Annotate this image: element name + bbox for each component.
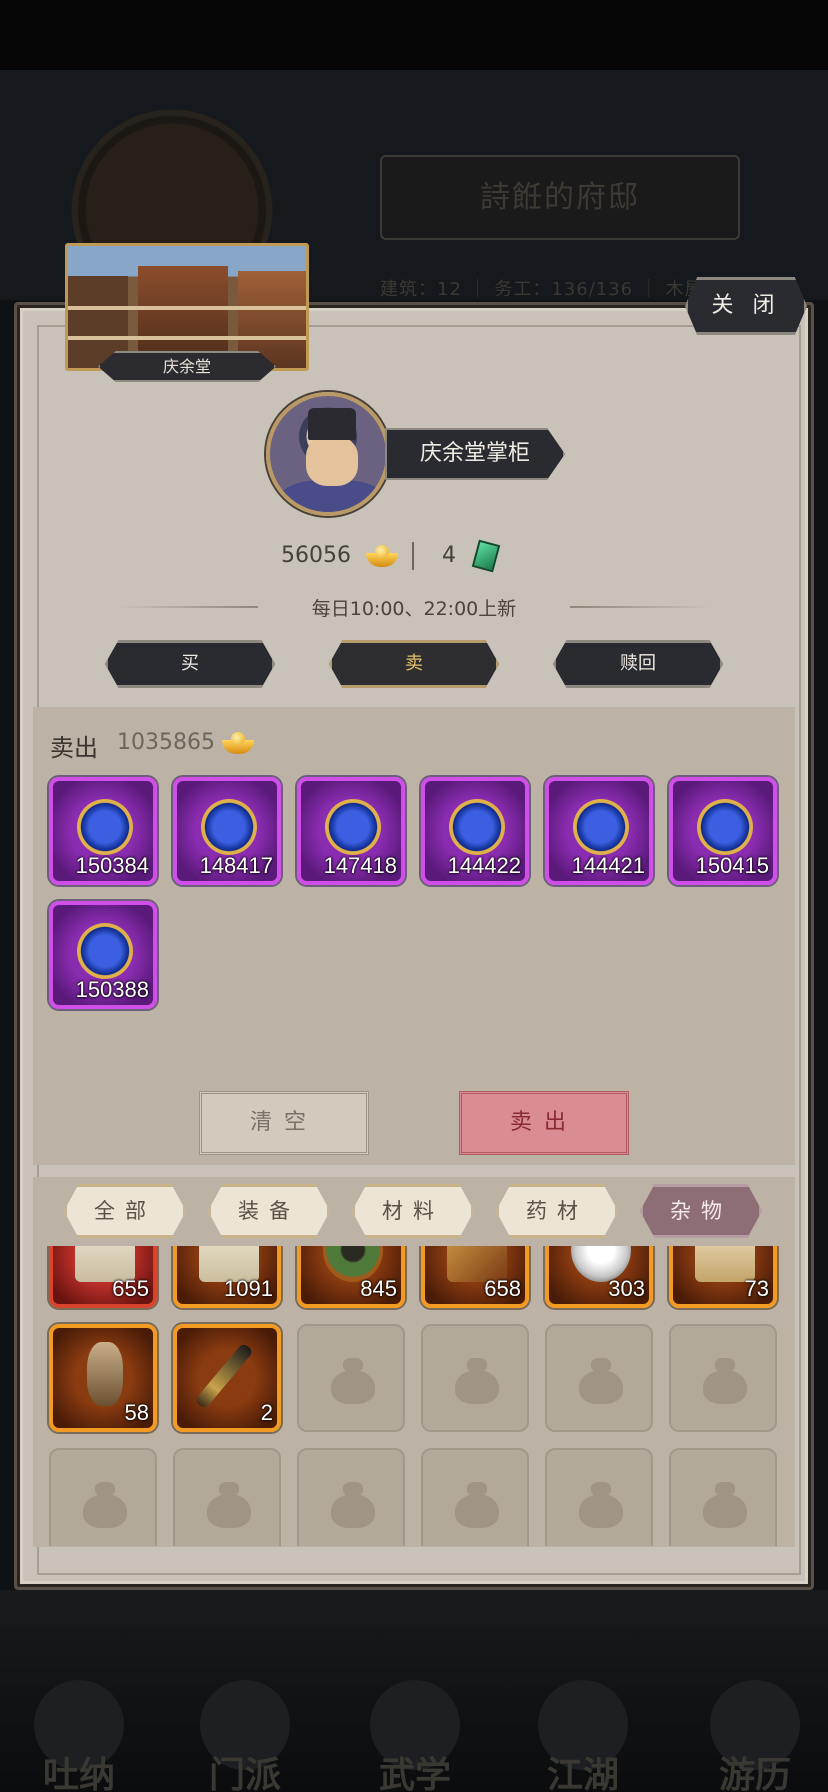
empty-slot[interactable] bbox=[49, 1448, 157, 1546]
item-quantity: 845 bbox=[360, 1276, 397, 1301]
inventory-item-slot[interactable]: 73 bbox=[669, 1246, 777, 1308]
category-misc[interactable]: 杂物 bbox=[640, 1184, 762, 1238]
currency-divider bbox=[412, 542, 414, 570]
category-equipment[interactable]: 装备 bbox=[208, 1184, 330, 1238]
jade-icon bbox=[471, 539, 501, 573]
sell-button[interactable]: 卖出 bbox=[459, 1091, 629, 1155]
nav-youli[interactable]: 游历 bbox=[700, 1680, 810, 1792]
tab-sell[interactable]: 卖 bbox=[329, 640, 499, 688]
item-quantity: 150388 bbox=[75, 977, 149, 1002]
sell-item-slot[interactable]: 150388 bbox=[49, 901, 157, 1009]
money-bag-icon bbox=[205, 1480, 253, 1530]
item-quantity: 303 bbox=[608, 1276, 645, 1301]
sapphire-amulet-icon bbox=[70, 916, 140, 986]
sapphire-amulet-icon bbox=[194, 792, 264, 862]
sapphire-amulet-icon bbox=[690, 792, 760, 862]
brush-icon bbox=[194, 1342, 254, 1410]
item-quantity: 147418 bbox=[323, 853, 397, 878]
sapphire-amulet-icon bbox=[566, 792, 636, 862]
empty-slot[interactable] bbox=[421, 1324, 529, 1432]
inventory-item-slot[interactable]: 2 bbox=[173, 1324, 281, 1432]
money-bag-icon bbox=[81, 1480, 129, 1530]
category-materials[interactable]: 材料 bbox=[352, 1184, 474, 1238]
nav-menpai[interactable]: 门派 bbox=[190, 1680, 300, 1792]
inventory-grid[interactable]: 655 1091 845 658 303 73 58 2 bbox=[33, 1246, 795, 1546]
sell-item-slot[interactable]: 147418 bbox=[297, 777, 405, 885]
jade-balance: 4 bbox=[442, 539, 501, 573]
empty-slot[interactable] bbox=[669, 1324, 777, 1432]
gold-ingot-icon bbox=[366, 545, 398, 567]
bronze-figure-icon bbox=[87, 1342, 123, 1406]
npc-avatar bbox=[266, 392, 390, 516]
nav-wuxue[interactable]: 武学 bbox=[360, 1680, 470, 1792]
item-quantity: 144421 bbox=[571, 853, 645, 878]
item-quantity: 148417 bbox=[199, 853, 273, 878]
close-button[interactable]: 关 闭 bbox=[685, 277, 807, 335]
inventory-item-slot[interactable]: 303 bbox=[545, 1246, 653, 1308]
sell-item-slot[interactable]: 150415 bbox=[669, 777, 777, 885]
residence-title: 詩餁的府邸 bbox=[480, 180, 640, 215]
sapphire-amulet-icon bbox=[442, 792, 512, 862]
empty-slot[interactable] bbox=[421, 1448, 529, 1546]
inventory-item-slot[interactable]: 845 bbox=[297, 1246, 405, 1308]
gold-amount: 56056 bbox=[281, 543, 351, 568]
clear-button[interactable]: 清空 bbox=[199, 1091, 369, 1155]
item-quantity: 58 bbox=[124, 1400, 149, 1425]
empty-slot[interactable] bbox=[173, 1448, 281, 1546]
item-quantity: 150384 bbox=[75, 853, 149, 878]
item-quantity: 150415 bbox=[695, 853, 769, 878]
inventory-item-slot[interactable]: 658 bbox=[421, 1246, 529, 1308]
sell-title: 卖出 bbox=[50, 734, 98, 762]
residence-stats: 建筑：12 ｜ 务工：136/136 ｜ 木屋 bbox=[380, 279, 704, 300]
tab-redeem[interactable]: 赎回 bbox=[553, 640, 723, 688]
empty-slot[interactable] bbox=[669, 1448, 777, 1546]
sell-item-slot[interactable]: 144422 bbox=[421, 777, 529, 885]
empty-slot[interactable] bbox=[545, 1324, 653, 1432]
money-bag-icon bbox=[701, 1356, 749, 1406]
item-quantity: 1091 bbox=[224, 1276, 273, 1301]
item-quantity: 144422 bbox=[447, 853, 521, 878]
sell-total-value: 1035865 bbox=[117, 730, 215, 755]
item-quantity: 73 bbox=[744, 1276, 769, 1301]
item-quantity: 655 bbox=[112, 1276, 149, 1301]
category-all[interactable]: 全部 bbox=[64, 1184, 186, 1238]
empty-slot[interactable] bbox=[297, 1448, 405, 1546]
npc-name-label: 庆余堂掌柜 bbox=[385, 428, 565, 480]
money-bag-icon bbox=[701, 1480, 749, 1530]
money-bag-icon bbox=[329, 1356, 377, 1406]
money-bag-icon bbox=[453, 1356, 501, 1406]
sapphire-amulet-icon bbox=[318, 792, 388, 862]
shop-name-label: 庆余堂 bbox=[98, 351, 276, 382]
jade-amount: 4 bbox=[442, 543, 456, 568]
item-quantity: 2 bbox=[260, 1400, 273, 1425]
nav-jianghu[interactable]: 江湖 bbox=[528, 1680, 638, 1792]
inventory-item-slot[interactable]: 1091 bbox=[173, 1246, 281, 1308]
money-bag-icon bbox=[577, 1356, 625, 1406]
money-bag-icon bbox=[329, 1480, 377, 1530]
item-quantity: 658 bbox=[484, 1276, 521, 1301]
sell-item-slot[interactable]: 148417 bbox=[173, 777, 281, 885]
inventory-item-slot[interactable]: 655 bbox=[49, 1246, 157, 1308]
category-herbs[interactable]: 药材 bbox=[496, 1184, 618, 1238]
sell-item-slot[interactable]: 150384 bbox=[49, 777, 157, 885]
gold-balance: 56056 bbox=[281, 540, 398, 572]
money-bag-icon bbox=[577, 1480, 625, 1530]
empty-slot[interactable] bbox=[545, 1448, 653, 1546]
inventory-item-slot[interactable]: 58 bbox=[49, 1324, 157, 1432]
sell-item-slot[interactable]: 144421 bbox=[545, 777, 653, 885]
empty-slot[interactable] bbox=[297, 1324, 405, 1432]
refresh-time-text: 每日10:00、22:00上新 bbox=[311, 598, 517, 620]
nav-tuna[interactable]: 吐纳 bbox=[24, 1680, 134, 1792]
tab-buy[interactable]: 买 bbox=[105, 640, 275, 688]
gold-ingot-icon bbox=[222, 732, 254, 754]
money-bag-icon bbox=[453, 1480, 501, 1530]
sapphire-amulet-icon bbox=[70, 792, 140, 862]
